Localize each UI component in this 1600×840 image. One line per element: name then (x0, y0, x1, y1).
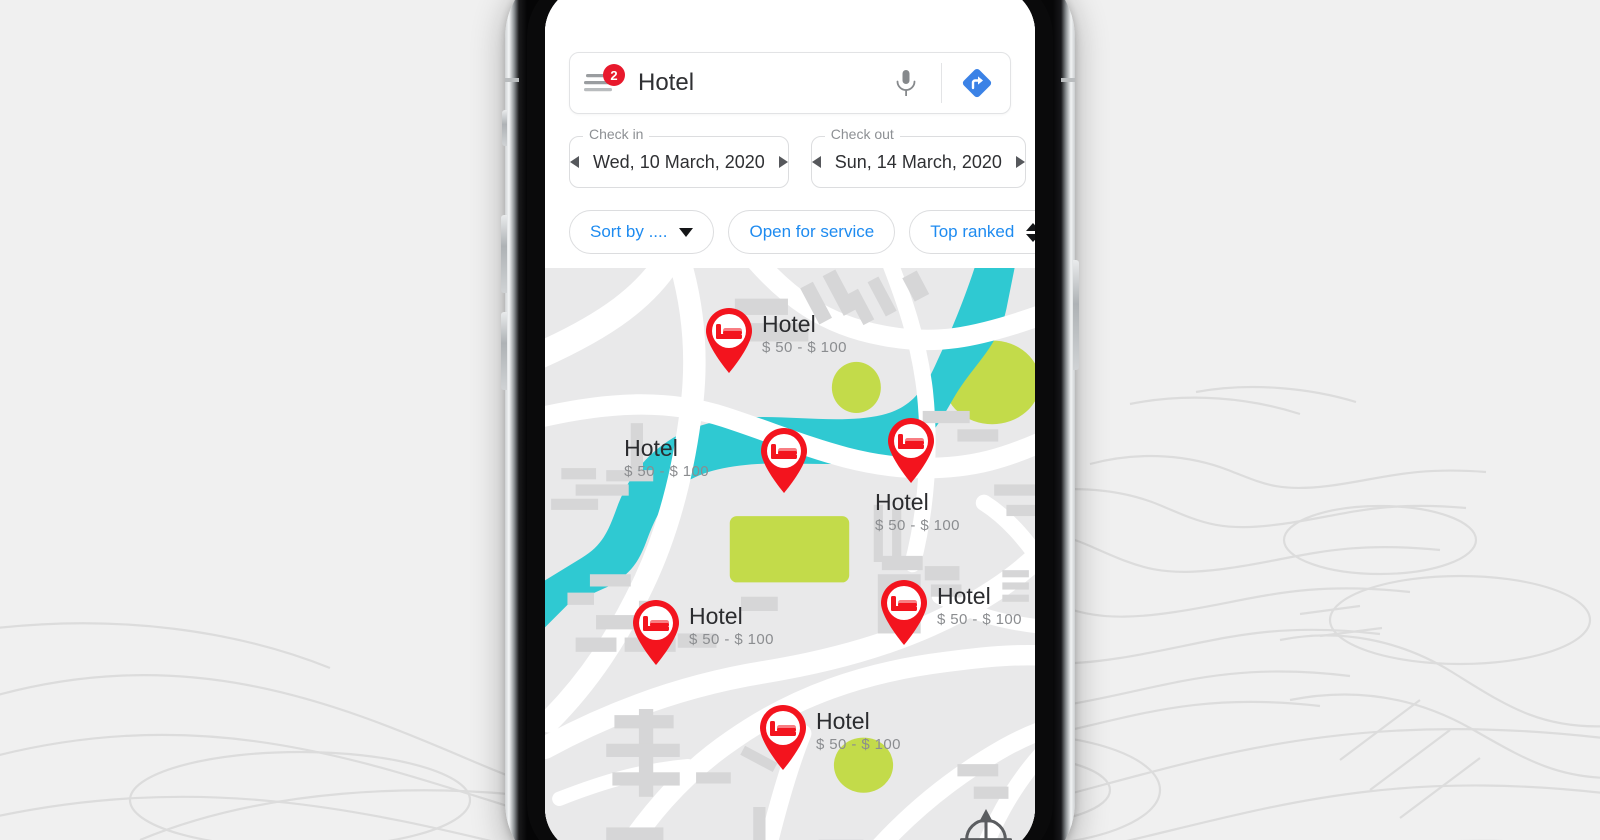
marker-name: Hotel (762, 311, 816, 337)
search-bar[interactable]: 2 Hotel (569, 52, 1011, 114)
antenna-line-right (1061, 78, 1075, 82)
menu-notification-badge: 2 (603, 64, 625, 86)
marker-name: Hotel (937, 583, 991, 609)
hotel-pin-icon (706, 308, 752, 373)
marker-label: Hotel $ 50 - $ 100 (762, 312, 847, 356)
marker-price: $ 50 - $ 100 (937, 611, 1022, 629)
directions-diamond-icon[interactable] (960, 66, 994, 100)
check-out-next-icon[interactable] (1015, 156, 1025, 168)
chip-sort-by[interactable]: Sort by .... (569, 210, 715, 254)
check-in-field[interactable]: Check in Wed, 10 March, 2020 (569, 126, 789, 188)
map-canvas[interactable]: Hotel $ 50 - $ 100 Hotel $ 50 - $ 100 Ho… (545, 268, 1035, 840)
search-panel: 2 Hotel Check in Wed, 10 March, 2020 Che… (545, 0, 1035, 268)
chip-open-for-service[interactable]: Open for service (728, 210, 896, 254)
check-in-value[interactable]: Wed, 10 March, 2020 (593, 152, 765, 173)
marker-price: $ 50 - $ 100 (875, 517, 960, 535)
menu-button[interactable]: 2 (584, 64, 625, 96)
silent-switch[interactable] (502, 110, 507, 146)
antenna-line-left (505, 78, 519, 82)
hotel-search-app: 2 Hotel Check in Wed, 10 March, 2020 Che… (545, 0, 1035, 840)
power-button[interactable] (1073, 260, 1079, 370)
search-input[interactable]: Hotel (638, 69, 893, 97)
marker-name: Hotel (875, 489, 929, 515)
marker-label: Hotel $ 50 - $ 100 (816, 709, 901, 753)
marker-label: Hotel $ 50 - $ 100 (624, 436, 709, 480)
check-out-field[interactable]: Check out Sun, 14 March, 2020 (810, 126, 1026, 188)
date-range-row: Check in Wed, 10 March, 2020 Check out S… (569, 126, 1026, 188)
filter-chip-row: Sort by .... Open for service Top ranked (569, 210, 1035, 254)
chip-open-for-service-label: Open for service (749, 222, 875, 241)
volume-down-button[interactable] (501, 312, 507, 390)
marker-name: Hotel (624, 435, 678, 461)
chevron-down-icon (679, 227, 694, 237)
search-bar-divider (941, 63, 942, 103)
marker-name: Hotel (816, 708, 870, 734)
phone-screen: 2 Hotel Check in Wed, 10 March, 2020 Che… (545, 0, 1035, 840)
hotel-pin-icon (881, 580, 927, 645)
chip-top-ranked[interactable]: Top ranked (909, 210, 1035, 254)
hotel-pin-icon (761, 428, 807, 493)
hotel-pin-icon (633, 600, 679, 665)
phone-device: 2 Hotel Check in Wed, 10 March, 2020 Che… (501, 0, 1079, 840)
volume-up-button[interactable] (501, 215, 507, 293)
check-in-legend: Check in (583, 126, 650, 142)
marker-price: $ 50 - $ 100 (624, 463, 709, 481)
check-out-legend: Check out (824, 126, 900, 142)
marker-price: $ 50 - $ 100 (689, 631, 774, 649)
hotel-pin-icon (888, 418, 934, 483)
check-out-prev-icon[interactable] (811, 156, 821, 168)
marker-price: $ 50 - $ 100 (762, 339, 847, 357)
marker-price: $ 50 - $ 100 (816, 736, 901, 754)
check-in-prev-icon[interactable] (570, 156, 579, 168)
marker-label: Hotel $ 50 - $ 100 (937, 584, 1022, 628)
hotel-pin-icon (760, 705, 806, 770)
marker-label: Hotel $ 50 - $ 100 (875, 490, 960, 534)
microphone-icon[interactable] (893, 68, 919, 98)
sort-updown-icon (1026, 222, 1035, 242)
marker-label: Hotel $ 50 - $ 100 (689, 604, 774, 648)
check-out-value[interactable]: Sun, 14 March, 2020 (835, 152, 1002, 173)
chip-top-ranked-label: Top ranked (930, 222, 1015, 241)
marker-name: Hotel (689, 603, 743, 629)
chip-sort-by-label: Sort by .... (590, 222, 668, 241)
page-backdrop: 2 Hotel Check in Wed, 10 March, 2020 Che… (0, 0, 1600, 840)
check-in-next-icon[interactable] (778, 156, 788, 168)
